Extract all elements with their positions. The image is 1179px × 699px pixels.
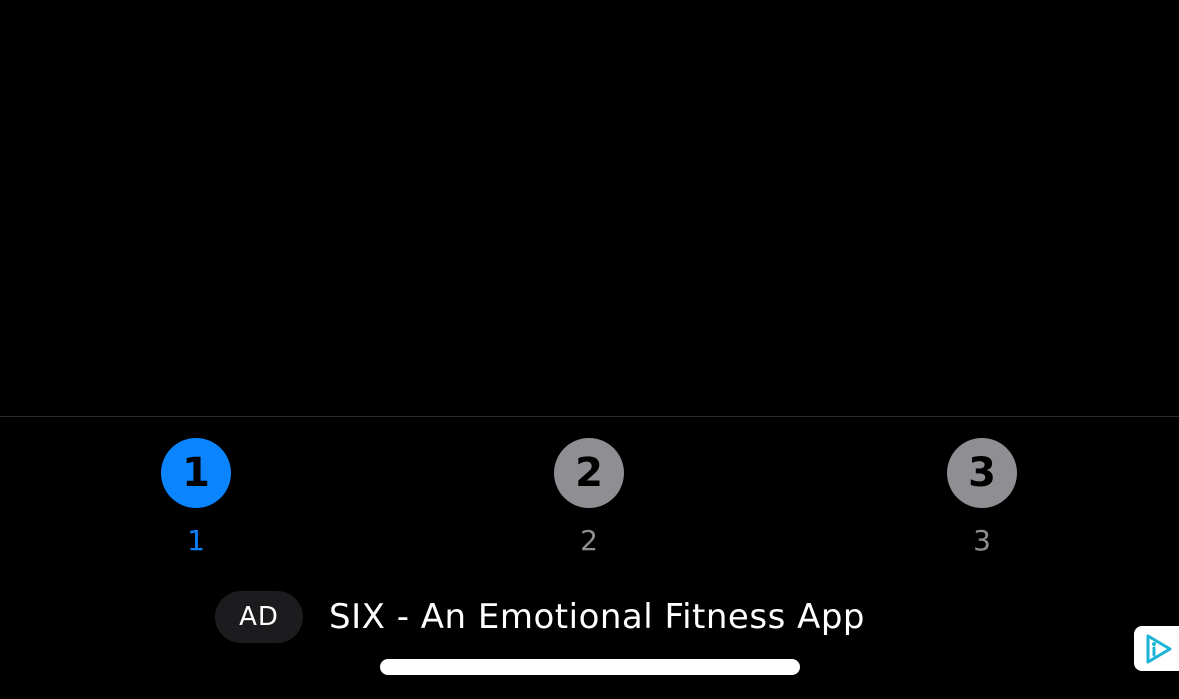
ad-choices-icon [1146,634,1171,663]
tab-2[interactable]: 2 2 [529,438,649,563]
ad-badge: AD [215,591,303,643]
ad-banner[interactable]: AD SIX - An Emotional Fitness App [215,591,865,643]
main-content-area [0,0,1179,416]
home-indicator[interactable] [380,659,800,675]
tab-2-label: 2 [580,524,598,557]
ad-choices-button[interactable] [1134,626,1179,671]
tab-3-label: 3 [973,524,991,557]
tab-3[interactable]: 3 3 [922,438,1042,563]
tab-1-label: 1 [187,524,205,557]
ad-title[interactable]: SIX - An Emotional Fitness App [329,597,865,637]
tab-2-number-icon: 2 [554,438,624,508]
tab-3-number-icon: 3 [947,438,1017,508]
tab-1[interactable]: 1 1 [136,438,256,563]
tab-1-number-icon: 1 [161,438,231,508]
tab-bar: 1 1 2 2 3 3 [0,417,1179,567]
